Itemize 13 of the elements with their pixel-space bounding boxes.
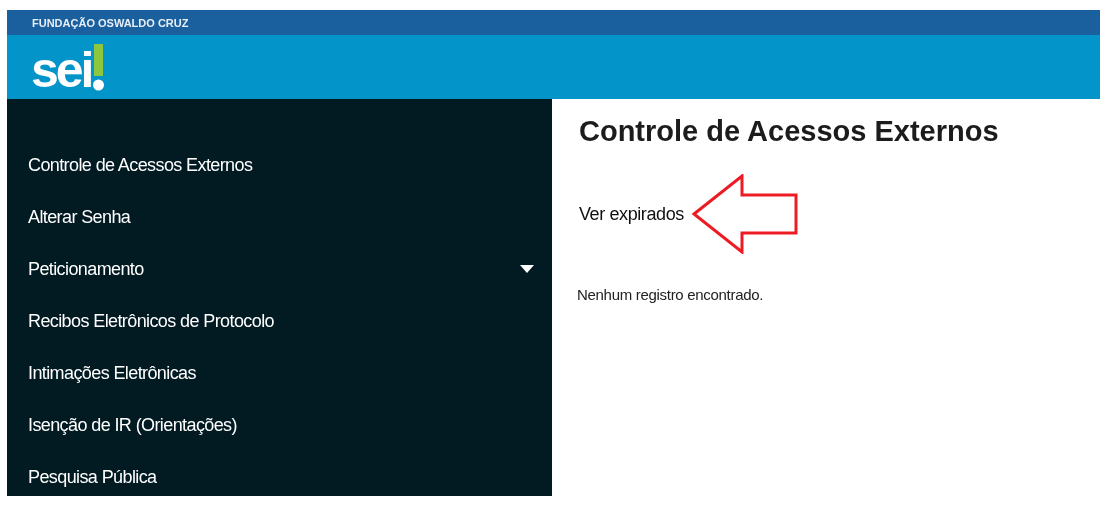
- sidebar-menu-item[interactable]: Intimações Eletrônicas: [7, 347, 552, 399]
- sidebar-menu-item[interactable]: Peticionamento: [7, 243, 552, 295]
- organization-name: FUNDAÇÃO OSWALDO CRUZ: [32, 16, 189, 29]
- sidebar-menu-item[interactable]: Recibos Eletrônicos de Protocolo: [7, 295, 552, 347]
- sidebar-menu-item[interactable]: Alterar Senha: [7, 191, 552, 243]
- sidebar-menu-item[interactable]: Controle de Acessos Externos: [7, 139, 552, 191]
- sidebar-menu-item[interactable]: Pesquisa Pública: [7, 451, 552, 496]
- exclamation-mark-icon: [92, 44, 105, 92]
- ver-expirados-link[interactable]: Ver expirados: [579, 203, 684, 225]
- sidebar-menu-item[interactable]: Isenção de IR (Orientações): [7, 399, 552, 451]
- page-title: Controle de Acessos Externos: [579, 115, 1000, 148]
- empty-message: Nenhum registro encontrado.: [577, 286, 765, 303]
- caret-down-icon: [520, 265, 534, 273]
